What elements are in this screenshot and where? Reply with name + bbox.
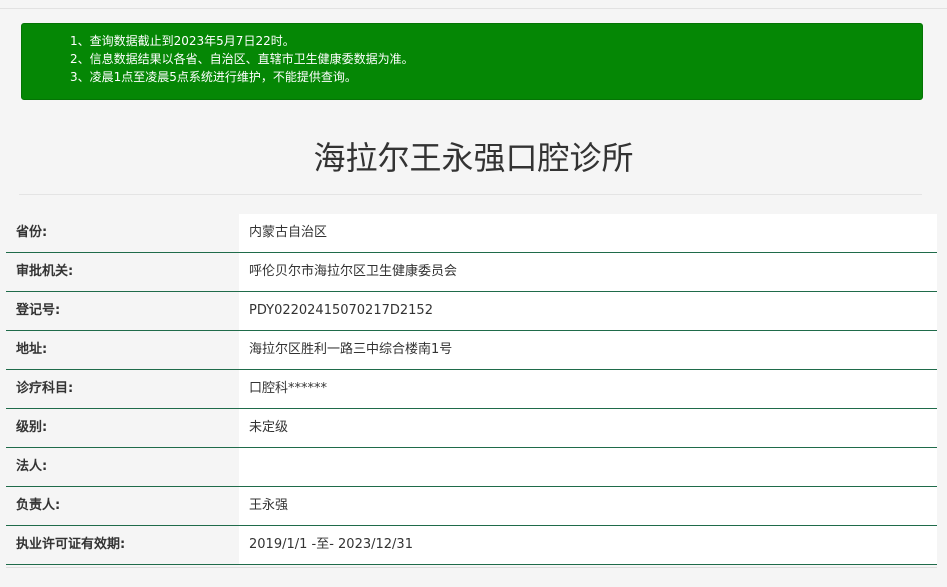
notice-banner: 1、查询数据截止到2023年5月7日22时。 2、信息数据结果以各省、自治区、直… <box>21 23 923 100</box>
table-row-province: 省份: 内蒙古自治区 <box>6 214 937 253</box>
field-label: 诊疗科目: <box>6 370 239 408</box>
field-label: 执业许可证有效期: <box>6 526 239 564</box>
field-label: 登记号: <box>6 292 239 330</box>
table-row-address: 地址: 海拉尔区胜利一路三中综合楼南1号 <box>6 331 937 370</box>
field-value <box>239 448 937 486</box>
field-label: 省份: <box>6 214 239 252</box>
field-value: 内蒙古自治区 <box>239 214 937 252</box>
field-label: 审批机关: <box>6 253 239 291</box>
table-row-person-in-charge: 负责人: 王永强 <box>6 487 937 526</box>
field-value: 未定级 <box>239 409 937 447</box>
field-value: 呼伦贝尔市海拉尔区卫生健康委员会 <box>239 253 937 291</box>
table-row-departments: 诊疗科目: 口腔科****** <box>6 370 937 409</box>
page-title: 海拉尔王永强口腔诊所 <box>313 139 634 177</box>
field-value: 王永强 <box>239 487 937 525</box>
table-row-level: 级别: 未定级 <box>6 409 937 448</box>
field-value: 海拉尔区胜利一路三中综合楼南1号 <box>239 331 937 369</box>
field-value: 2019/1/1 -至- 2023/12/31 <box>239 526 937 564</box>
top-divider <box>0 8 947 9</box>
title-divider <box>19 194 922 195</box>
table-row-license-validity: 执业许可证有效期: 2019/1/1 -至- 2023/12/31 <box>6 526 937 565</box>
bottom-divider <box>6 567 937 568</box>
field-label: 法人: <box>6 448 239 486</box>
field-label: 级别: <box>6 409 239 447</box>
notice-line-3: 3、凌晨1点至凌晨5点系统进行维护，不能提供查询。 <box>70 70 357 84</box>
field-value: PDY02202415070217D2152 <box>239 292 937 330</box>
field-label: 负责人: <box>6 487 239 525</box>
table-row-legal-person: 法人: <box>6 448 937 487</box>
info-table: 省份: 内蒙古自治区 审批机关: 呼伦贝尔市海拉尔区卫生健康委员会 登记号: P… <box>6 214 937 565</box>
table-row-approval-authority: 审批机关: 呼伦贝尔市海拉尔区卫生健康委员会 <box>6 253 937 292</box>
field-label: 地址: <box>6 331 239 369</box>
field-value: 口腔科****** <box>239 370 937 408</box>
table-row-registration-number: 登记号: PDY02202415070217D2152 <box>6 292 937 331</box>
notice-line-2: 2、信息数据结果以各省、自治区、直辖市卫生健康委数据为准。 <box>70 52 414 66</box>
notice-line-1: 1、查询数据截止到2023年5月7日22时。 <box>70 34 295 48</box>
